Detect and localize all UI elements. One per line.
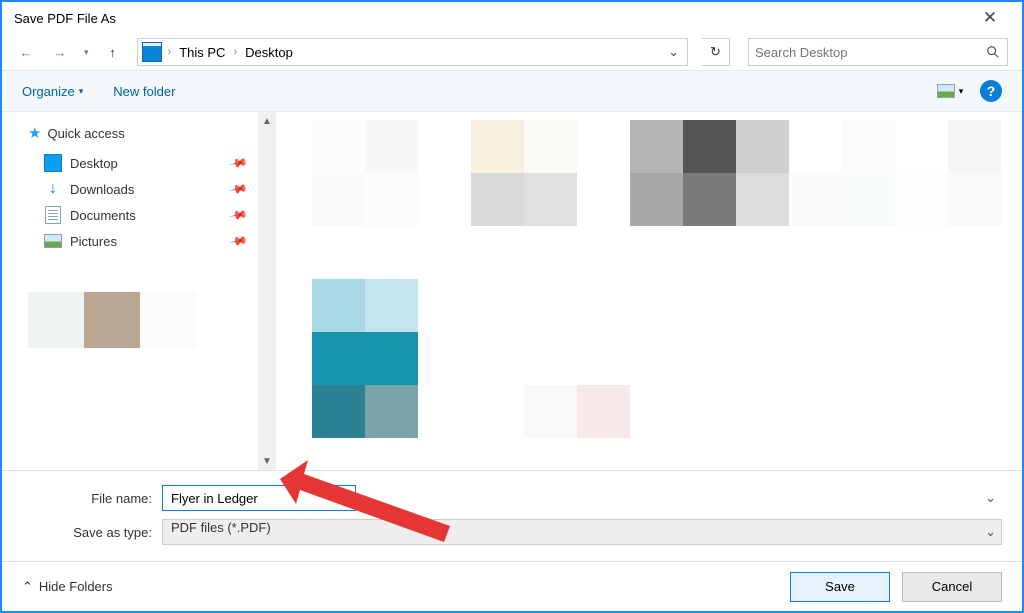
history-dropdown[interactable]: ▾ xyxy=(84,47,89,58)
sidebar-scrollbar[interactable]: ▲ ▼ xyxy=(258,112,276,470)
save-form: File name: ⌄ Save as type: PDF files (*.… xyxy=(2,470,1022,561)
pin-icon: 📌 xyxy=(228,153,248,173)
window-title: Save PDF File As xyxy=(14,11,970,26)
hide-folders-label: Hide Folders xyxy=(39,579,113,594)
search-icon[interactable] xyxy=(985,44,1001,60)
file-grid-blur xyxy=(312,120,1012,470)
sidebar-item-label: Desktop xyxy=(70,156,118,171)
breadcrumb-desktop[interactable]: Desktop xyxy=(237,39,301,65)
sidebar-item-label: Pictures xyxy=(70,234,117,249)
sidebar-item-documents[interactable]: Documents 📌 xyxy=(28,202,276,228)
search-box[interactable] xyxy=(748,38,1008,66)
file-list-pane[interactable] xyxy=(276,112,1022,470)
savetype-select[interactable]: PDF files (*.PDF) xyxy=(162,519,1002,545)
sidebar: ★ Quick access Desktop 📌 ↓ Downloads 📌 D… xyxy=(2,112,276,470)
filename-label: File name: xyxy=(22,491,162,506)
sidebar-thumbnails-blur xyxy=(28,292,252,348)
bottom-bar: ⌃ Hide Folders Save Cancel xyxy=(2,561,1022,611)
breadcrumb-this-pc[interactable]: This PC xyxy=(171,39,233,65)
pin-icon: 📌 xyxy=(228,179,248,199)
star-icon: ★ xyxy=(28,124,41,142)
search-input[interactable] xyxy=(755,45,985,60)
pin-icon: 📌 xyxy=(228,205,248,225)
filename-input[interactable] xyxy=(162,485,356,511)
help-button[interactable]: ? xyxy=(980,80,1002,102)
scroll-down-icon[interactable]: ▼ xyxy=(258,452,276,470)
scroll-up-icon[interactable]: ▲ xyxy=(258,112,276,130)
savetype-label: Save as type: xyxy=(22,525,162,540)
caret-down-icon: ▾ xyxy=(79,86,84,97)
refresh-button[interactable]: ↻ xyxy=(702,38,730,66)
save-button[interactable]: Save xyxy=(790,572,890,602)
hide-folders-toggle[interactable]: ⌃ Hide Folders xyxy=(22,579,113,595)
organize-menu[interactable]: Organize ▾ xyxy=(22,84,83,99)
pictures-icon xyxy=(44,234,62,248)
address-dropdown[interactable]: ⌄ xyxy=(660,44,687,60)
pin-icon: 📌 xyxy=(228,231,248,251)
organize-label: Organize xyxy=(22,84,75,99)
new-folder-button[interactable]: New folder xyxy=(113,84,175,99)
document-icon xyxy=(45,206,61,224)
back-button[interactable]: ← xyxy=(16,42,36,62)
dialog-body: ★ Quick access Desktop 📌 ↓ Downloads 📌 D… xyxy=(2,112,1022,470)
cancel-button[interactable]: Cancel xyxy=(902,572,1002,602)
title-bar: Save PDF File As ✕ xyxy=(2,2,1022,34)
quick-access-label: Quick access xyxy=(47,126,124,141)
sidebar-item-downloads[interactable]: ↓ Downloads 📌 xyxy=(28,176,276,202)
chevron-up-icon: ⌃ xyxy=(22,579,33,595)
quick-access-header[interactable]: ★ Quick access xyxy=(28,124,276,142)
address-bar[interactable]: › This PC › Desktop ⌄ xyxy=(137,38,688,66)
pc-icon xyxy=(142,42,162,62)
toolbar: Organize ▾ New folder ▾ ? xyxy=(2,70,1022,112)
caret-down-icon: ▾ xyxy=(959,86,964,97)
picture-icon xyxy=(937,84,955,98)
nav-row: ← → ▾ ↑ › This PC › Desktop ⌄ ↻ xyxy=(2,34,1022,70)
sidebar-item-pictures[interactable]: Pictures 📌 xyxy=(28,228,276,254)
desktop-icon xyxy=(44,154,62,172)
sidebar-item-desktop[interactable]: Desktop 📌 xyxy=(28,150,276,176)
sidebar-item-label: Downloads xyxy=(70,182,134,197)
view-options-button[interactable]: ▾ xyxy=(936,79,964,103)
close-button[interactable]: ✕ xyxy=(970,2,1010,34)
new-folder-label: New folder xyxy=(113,84,175,99)
download-icon: ↓ xyxy=(44,180,62,198)
sidebar-item-label: Documents xyxy=(70,208,136,223)
save-dialog: Save PDF File As ✕ ← → ▾ ↑ › This PC › D… xyxy=(0,0,1024,613)
forward-button[interactable]: → xyxy=(50,42,70,62)
up-button[interactable]: ↑ xyxy=(103,42,123,62)
filename-dropdown[interactable]: ⌄ xyxy=(985,490,996,506)
